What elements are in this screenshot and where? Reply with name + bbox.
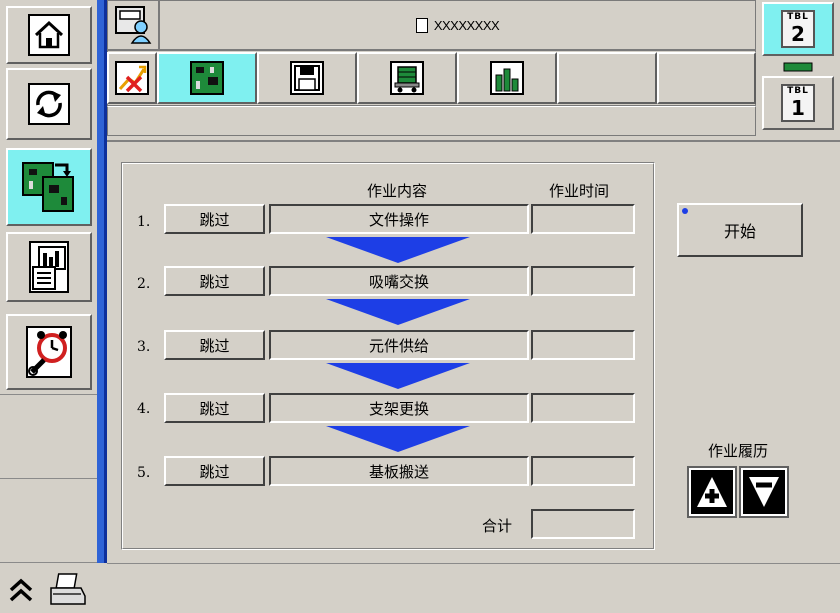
plus-up-icon [691,470,733,514]
message-strip [107,106,756,136]
step-number: 5. [137,465,151,481]
sidebar-footer [0,562,97,613]
step-time-4 [531,393,635,423]
disable-trend-icon [115,61,149,95]
print-button[interactable] [44,569,90,609]
skip-button-5[interactable]: 跳过 [164,456,265,486]
minus-down-icon [743,470,785,514]
down-arrow-icon [326,363,470,389]
floppy-disk-icon [290,61,324,95]
table-1-button[interactable]: TBL 1 [762,76,834,130]
start-button[interactable]: 开始 [677,203,803,257]
step-content-1: 文件操作 [269,204,529,234]
toolbar-disable-button[interactable] [107,52,157,104]
toolbar-feeder-button[interactable] [357,52,457,104]
feeder-cart-icon [390,61,424,95]
step-number: 4. [137,401,151,417]
history-label: 作业履历 [707,442,768,460]
alarm-clock-wrench-icon [26,326,72,378]
machine-user-icon [115,6,152,44]
pcb-strip-icon [783,62,813,72]
toolbar-save-button[interactable] [257,52,357,104]
skip-button-3[interactable]: 跳过 [164,330,265,360]
toolbar-empty-button[interactable] [657,52,756,104]
sidebar-item-sync[interactable] [6,68,92,140]
table-number: 2 [791,22,805,46]
step-content-3: 元件供给 [269,330,529,360]
document-icon [415,17,428,33]
step-time-2 [531,266,635,296]
sidebar-item-production[interactable] [6,148,92,226]
status-bar [107,563,840,613]
toolbar-chart-button[interactable] [457,52,557,104]
printer-icon [50,573,86,605]
file-name: XXXXXXXX [433,17,500,33]
history-down-button[interactable] [739,466,789,518]
column-header-content: 作业内容 [367,182,428,200]
step-content-4: 支架更换 [269,393,529,423]
skip-button-1[interactable]: 跳过 [164,204,265,234]
sync-icon [28,83,70,125]
down-arrow-icon [326,426,470,452]
file-name-bar: XXXXXXXX [159,0,756,50]
sidebar-item-maintenance[interactable] [6,314,92,390]
history-up-button[interactable] [687,466,737,518]
down-arrow-icon [326,237,470,263]
header-divider [107,140,840,142]
skip-button-4[interactable]: 跳过 [164,393,265,423]
skip-button-2[interactable]: 跳过 [164,266,265,296]
scroll-up-button[interactable] [4,571,38,609]
status-dot [682,208,688,214]
step-time-5 [531,456,635,486]
sidebar-item-report[interactable] [6,232,92,302]
pcb-icon [190,61,224,95]
total-time [531,509,635,539]
table-number: 1 [791,96,805,120]
step-number: 1. [137,214,151,230]
double-chevron-up-icon [9,578,33,602]
sidebar-empty-slot [0,394,97,478]
home-icon [28,14,70,56]
sidebar [0,0,97,613]
report-chart-icon [29,241,69,293]
machine-info-button[interactable] [107,0,159,50]
toolbar-pcb-button[interactable] [157,52,257,104]
step-time-3 [531,330,635,360]
toolbar-empty-button[interactable] [557,52,657,104]
start-button-label: 开始 [723,222,756,241]
step-content-5: 基板搬送 [269,456,529,486]
step-content-2: 吸嘴交换 [269,266,529,296]
table-card: TBL 2 [781,10,815,48]
column-header-time: 作业时间 [549,182,610,200]
down-arrow-icon [326,299,470,325]
bar-chart-icon [490,61,524,95]
sidebar-empty-slot [0,478,97,562]
table-indicator [762,60,834,74]
pcb-transfer-icon [21,159,77,215]
total-label: 合计 [482,517,513,535]
table-2-button[interactable]: TBL 2 [762,2,834,56]
table-card: TBL 1 [781,84,815,122]
sidebar-item-home[interactable] [6,6,92,64]
sidebar-divider [97,0,104,563]
step-number: 3. [137,339,151,355]
step-time-1 [531,204,635,234]
step-number: 2. [137,276,151,292]
